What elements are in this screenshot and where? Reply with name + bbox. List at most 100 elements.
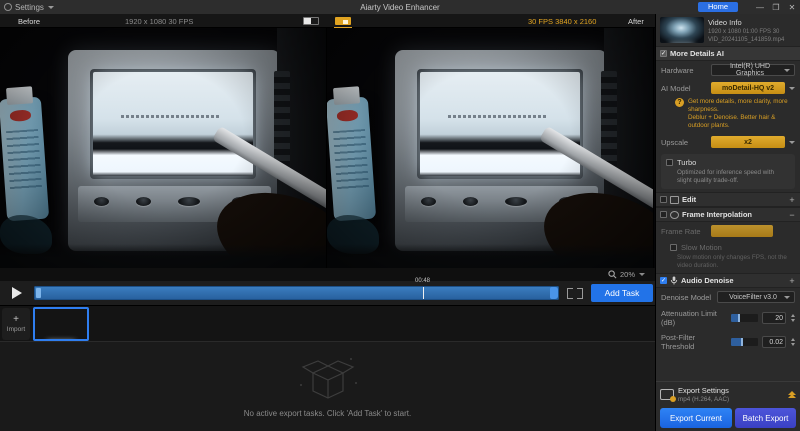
add-task-button[interactable]: Add Task xyxy=(591,284,653,302)
video-info-card: Video Info 1920 x 1080 01:00 FPS 30 VID_… xyxy=(656,14,800,46)
turbo-checkbox[interactable] xyxy=(666,159,673,166)
zoom-level[interactable]: 20% xyxy=(620,270,635,279)
before-label: Before xyxy=(18,17,41,26)
hardware-dropdown[interactable]: Intel(R) UHD Graphics xyxy=(711,63,795,77)
close-button[interactable]: ✕ xyxy=(784,3,800,12)
home-button[interactable]: Home xyxy=(697,2,738,12)
denoise-model-dropdown[interactable]: VoiceFilter v3.0 xyxy=(717,291,795,303)
export-settings-icon xyxy=(660,389,676,402)
microphone-icon xyxy=(670,276,678,285)
threshold-stepper[interactable] xyxy=(791,338,795,346)
ai-model-desc-line2: Deblur + Denoise. Better hair & outdoor … xyxy=(688,114,776,129)
video-info-filename: VID_20241105_141859.mp4 xyxy=(708,37,785,43)
aiarty-video-enhancer-window: Settings Aiarty Video Enhancer Home — ❐ … xyxy=(0,0,800,431)
after-resolution: 30 FPS 3840 x 2160 xyxy=(528,17,597,26)
batch-export-button[interactable]: Batch Export xyxy=(734,408,796,428)
frame-rate-dropdown[interactable] xyxy=(711,225,773,237)
trim-end-handle[interactable] xyxy=(550,287,558,299)
title-bar: Settings Aiarty Video Enhancer Home — ❐ … xyxy=(0,0,800,14)
empty-queue-text: No active export tasks. Click 'Add Task'… xyxy=(243,409,412,418)
help-icon[interactable]: ? xyxy=(675,98,684,107)
minimize-button[interactable]: — xyxy=(752,3,768,12)
before-video-frame xyxy=(0,28,326,268)
maximize-button[interactable]: ❐ xyxy=(768,3,784,12)
collapse-icon[interactable]: − xyxy=(788,210,796,220)
expand-icon[interactable]: + xyxy=(788,276,796,286)
expand-icon[interactable]: + xyxy=(788,195,796,205)
playback-bar: 00:48 Add Task xyxy=(0,278,655,305)
before-video-pane[interactable] xyxy=(0,28,327,268)
settings-chevron-icon[interactable] xyxy=(47,5,54,9)
video-thumbnail-selected[interactable] xyxy=(33,307,89,341)
threshold-value[interactable]: 0.02 xyxy=(762,336,786,348)
after-label: After xyxy=(628,17,644,26)
slow-motion-label: Slow Motion xyxy=(681,243,722,252)
slow-motion-checkbox[interactable] xyxy=(670,244,677,251)
split-view-icon[interactable] xyxy=(303,17,319,25)
edit-icon xyxy=(670,195,679,204)
empty-box-icon xyxy=(299,358,357,399)
play-icon xyxy=(12,287,22,299)
more-details-ai-title: More Details AI xyxy=(670,49,724,58)
after-video-pane[interactable] xyxy=(327,28,654,268)
expand-export-settings-icon[interactable] xyxy=(788,390,796,398)
section-frame-interpolation[interactable]: Frame Interpolation − xyxy=(656,207,800,222)
frame-rate-row: Frame Rate xyxy=(656,222,800,240)
frame-interpolation-title: Frame Interpolation xyxy=(682,210,753,219)
attenuation-stepper[interactable] xyxy=(791,314,795,322)
ai-model-dropdown[interactable]: moDetail-HQ v2 xyxy=(711,82,785,94)
playhead[interactable] xyxy=(422,287,424,299)
zoom-chevron-icon[interactable] xyxy=(639,273,645,276)
hardware-row: Hardware Intel(R) UHD Graphics xyxy=(656,61,800,79)
playhead-time: 00:48 xyxy=(414,278,431,284)
frame-interpolation-checkbox[interactable] xyxy=(660,211,667,218)
chevron-down-icon xyxy=(784,295,790,299)
ai-model-description: ? Get more details, more clarity, more s… xyxy=(656,97,800,133)
video-info-resolution: 1920 x 1080 01:00 FPS 30 xyxy=(708,29,780,35)
mark-in-icon[interactable] xyxy=(567,287,573,299)
export-task-queue: No active export tasks. Click 'Add Task'… xyxy=(0,341,655,431)
edit-title: Edit xyxy=(682,195,697,204)
mark-out-icon[interactable] xyxy=(577,287,583,299)
magnifier-icon[interactable] xyxy=(608,270,617,279)
more-details-ai-icon: ✓ xyxy=(660,50,667,57)
hardware-label: Hardware xyxy=(661,65,694,75)
threshold-label: Post-Filter Threshold xyxy=(661,333,696,351)
chevron-down-icon xyxy=(784,68,790,72)
timeline-track[interactable]: 00:48 xyxy=(34,278,559,300)
settings-sidebar: Video Info 1920 x 1080 01:00 FPS 30 VID_… xyxy=(655,14,800,431)
turbo-label: Turbo xyxy=(677,158,697,167)
denoise-model-label: Denoise Model xyxy=(661,292,712,302)
side-by-side-view-icon[interactable] xyxy=(334,17,352,28)
chevron-down-icon[interactable] xyxy=(789,140,795,144)
section-more-details-ai[interactable]: ✓ More Details AI xyxy=(656,46,800,61)
play-button[interactable] xyxy=(0,287,34,299)
audio-denoise-checkbox[interactable]: ✓ xyxy=(660,277,667,284)
slow-motion-row: Slow Motion xyxy=(656,240,800,252)
section-edit[interactable]: Edit + xyxy=(656,192,800,207)
attenuation-label: Attenuation Limit (dB) xyxy=(661,309,717,327)
upscale-label: Upscale xyxy=(661,137,689,147)
video-info-thumbnail xyxy=(660,17,704,43)
export-settings-title: Export Settings xyxy=(678,386,729,395)
turbo-option: Turbo Optimized for inference speed with… xyxy=(661,154,795,189)
chevron-down-icon[interactable] xyxy=(789,86,795,90)
section-audio-denoise[interactable]: ✓ Audio Denoise + xyxy=(656,273,800,288)
video-info-title: Video Info xyxy=(708,18,742,27)
settings-menu[interactable]: Settings xyxy=(15,3,44,12)
export-format: mp4 (H.264, AAC) xyxy=(678,396,730,403)
settings-gear-icon[interactable] xyxy=(4,3,12,11)
trim-start-handle[interactable] xyxy=(36,288,41,298)
slow-motion-description: Slow motion only changes FPS, not the vi… xyxy=(677,254,787,269)
edit-checkbox[interactable] xyxy=(660,196,667,203)
ai-model-desc-line1: Get more details, more clarity, more sha… xyxy=(688,98,788,113)
import-button[interactable]: + Import xyxy=(2,308,30,340)
threshold-slider[interactable] xyxy=(731,338,758,346)
denoise-model-row: Denoise Model VoiceFilter v3.0 xyxy=(656,288,800,306)
attenuation-slider[interactable] xyxy=(731,314,758,322)
upscale-row: Upscale x2 xyxy=(656,133,800,151)
frame-rate-label: Frame Rate xyxy=(661,226,701,236)
export-current-button[interactable]: Export Current xyxy=(660,408,732,428)
attenuation-value[interactable]: 20 xyxy=(762,312,786,324)
upscale-dropdown[interactable]: x2 xyxy=(711,136,785,148)
